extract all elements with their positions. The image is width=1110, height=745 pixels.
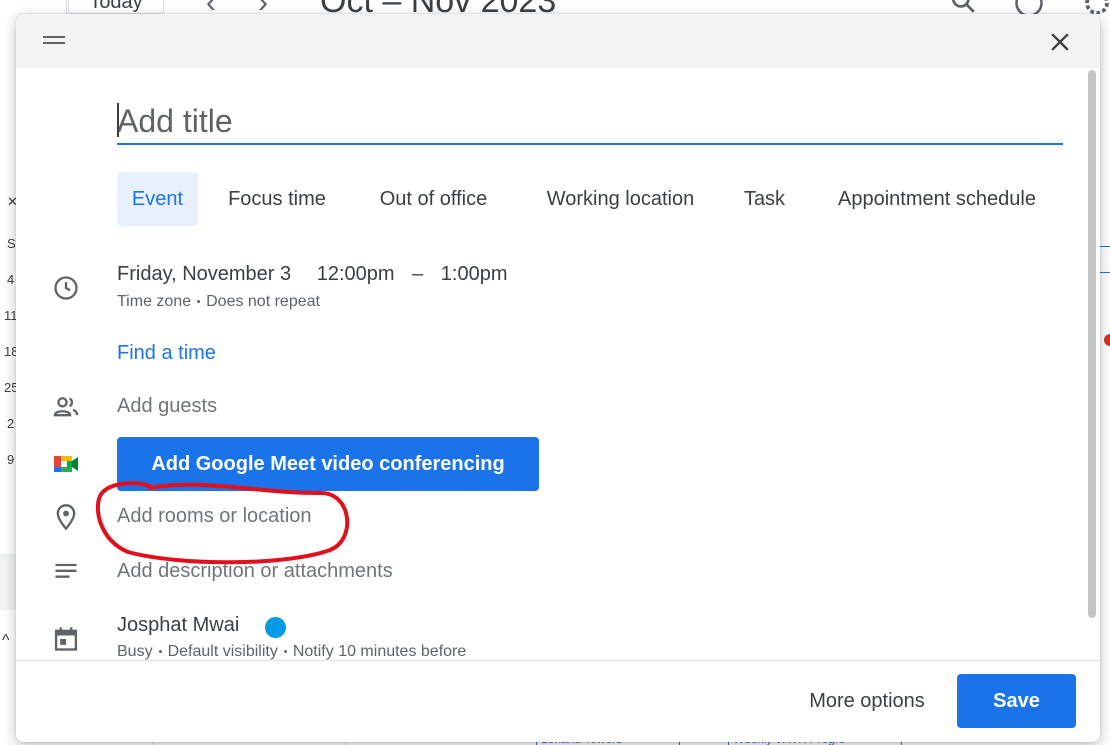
end-time-picker[interactable]: 1:00pm [441, 263, 508, 285]
availability-dropdown[interactable]: Busy [117, 643, 153, 660]
calendar-grid-edge [1100, 14, 1110, 745]
dialog-scrollbar[interactable] [1086, 68, 1100, 660]
tab-event[interactable]: Event [117, 172, 198, 226]
event-dialog: Event Focus time Out of office Working l… [16, 14, 1100, 742]
time-zone-link[interactable]: Time zone [117, 293, 191, 310]
start-time-picker[interactable]: 12:00pm [317, 263, 395, 285]
help-icon[interactable] [1014, 0, 1044, 14]
notification-setting[interactable]: Notify 10 minutes before [293, 643, 466, 660]
description-icon [52, 558, 80, 586]
tab-out-of-office[interactable]: Out of office [368, 172, 499, 226]
google-meet-icon [52, 450, 80, 478]
previous-period-icon[interactable]: ‹ [206, 0, 216, 14]
tab-working-location[interactable]: Working location [535, 172, 706, 226]
date-time-row: Friday, November 3 12:00pm – 1:00pm [117, 263, 508, 286]
add-guests-field[interactable]: Add guests [117, 395, 217, 418]
grid-line [1100, 246, 1110, 247]
date-picker[interactable]: Friday, November 3 [117, 263, 291, 285]
clock-icon [52, 274, 80, 302]
grid-line [1100, 272, 1110, 273]
add-google-meet-button[interactable]: Add Google Meet video conferencing [117, 437, 539, 491]
collapse-chevron-icon[interactable]: ^ [2, 632, 10, 650]
title-input[interactable] [117, 100, 1063, 145]
calendar-icon [52, 625, 80, 653]
calendar-color-dot[interactable] [265, 617, 286, 638]
visibility-dropdown[interactable]: Default visibility [168, 643, 278, 660]
tab-appointment-schedule[interactable]: Appointment schedule [822, 172, 1052, 226]
mini-calendar-day: S [7, 236, 16, 251]
calendar-owner-name[interactable]: Josphat Mwai [117, 614, 239, 637]
add-description-field[interactable]: Add description or attachments [117, 560, 393, 583]
event-settings-row: Busy Default visibility Notify 10 minutes … [117, 643, 466, 661]
current-time-dot [1104, 334, 1110, 346]
location-pin-icon [52, 503, 80, 531]
mini-calendar-date[interactable]: 2 [7, 416, 14, 431]
header-divider [66, 0, 67, 14]
today-button[interactable]: Today [68, 0, 164, 14]
mini-calendar-date[interactable]: 9 [7, 452, 14, 467]
close-icon[interactable] [1046, 28, 1074, 56]
repeat-dropdown[interactable]: Does not repeat [206, 293, 320, 310]
text-caret [117, 103, 119, 137]
scrollbar-thumb[interactable] [1088, 70, 1096, 618]
drag-handle-icon[interactable] [43, 36, 65, 46]
time-options-row: Time zone Does not repeat [117, 293, 320, 311]
find-a-time-link[interactable]: Find a time [117, 342, 216, 365]
save-button[interactable]: Save [957, 674, 1076, 728]
tab-focus-time[interactable]: Focus time [222, 172, 332, 226]
search-icon[interactable] [950, 0, 976, 14]
next-period-icon[interactable]: › [258, 0, 268, 14]
dialog-footer: More options Save [16, 660, 1100, 742]
more-options-button[interactable]: More options [786, 674, 948, 728]
time-separator: – [412, 263, 424, 285]
mini-calendar-date[interactable]: 4 [7, 272, 14, 287]
separator-dot [197, 300, 201, 304]
separator-dot [158, 650, 162, 654]
dialog-header [16, 14, 1100, 68]
people-icon [52, 393, 80, 421]
settings-gear-icon[interactable] [1082, 0, 1110, 14]
separator-dot [283, 650, 287, 654]
date-range-title: Oct – Nov 2023 [320, 0, 556, 14]
calendar-header: Today ‹ › Oct – Nov 2023 [0, 0, 1110, 14]
mini-calendar-highlight [0, 554, 16, 610]
add-location-field[interactable]: Add rooms or location [117, 505, 312, 528]
tab-task[interactable]: Task [742, 172, 787, 226]
